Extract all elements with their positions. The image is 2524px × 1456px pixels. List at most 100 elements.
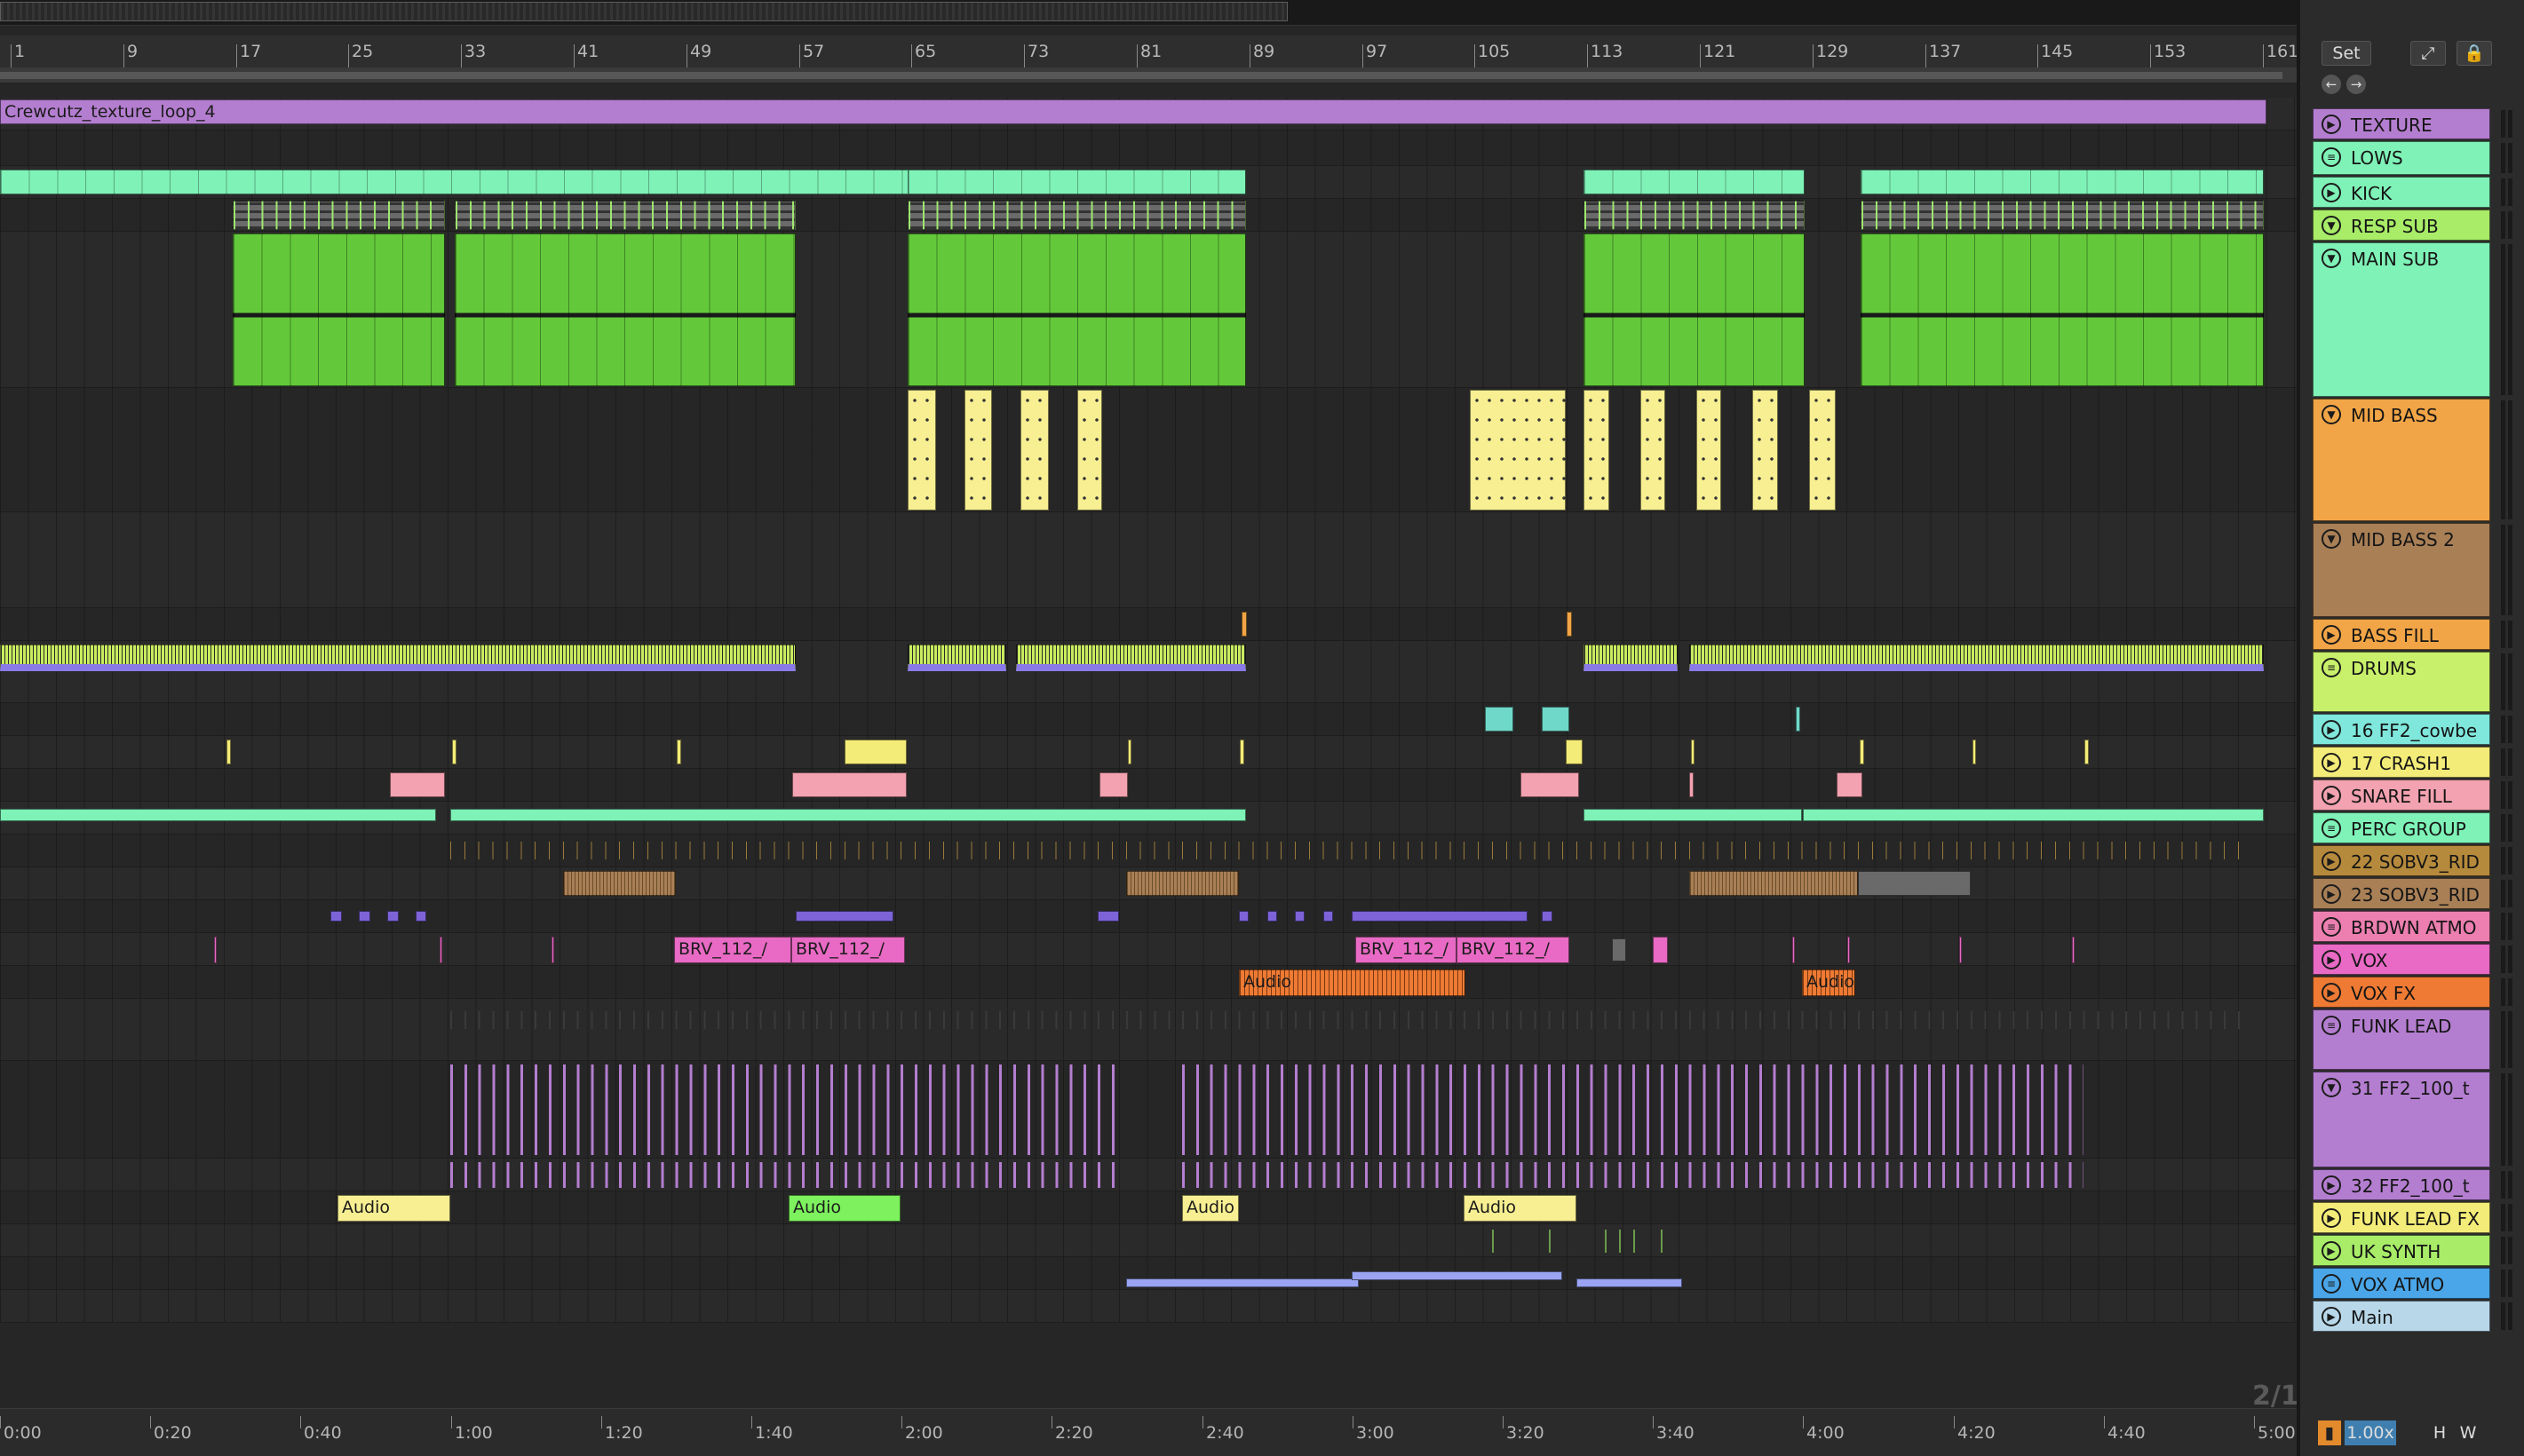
track-header[interactable]: ▶ UK SYNTH — [2313, 1235, 2490, 1266]
play-icon[interactable]: ▶ — [2322, 183, 2341, 202]
clip[interactable] — [845, 740, 907, 764]
track-header[interactable]: ≡ PERC GROUP — [2313, 812, 2490, 843]
clip[interactable] — [1583, 390, 1609, 510]
zoom-value[interactable]: 1.00x — [2345, 1420, 2396, 1445]
clip[interactable] — [1240, 740, 1244, 764]
clip[interactable] — [1809, 390, 1836, 510]
play-icon[interactable]: ▶ — [2322, 1208, 2341, 1228]
clip[interactable]: Crewcutz_texture_loop_4 — [0, 99, 2266, 124]
clip[interactable]: BRV_112_/ — [1355, 937, 1456, 963]
clip[interactable] — [330, 911, 342, 922]
track-lane[interactable] — [0, 867, 2297, 900]
clip[interactable] — [1583, 170, 1805, 194]
track-header[interactable]: ▶ VOX FX — [2313, 977, 2490, 1008]
track-header[interactable]: ▶ KICK — [2313, 177, 2490, 208]
clip[interactable] — [1126, 1278, 1359, 1287]
play-icon[interactable]: ▶ — [2322, 1241, 2341, 1261]
clip[interactable]: BRV_112_/ — [791, 937, 905, 963]
clip[interactable] — [450, 1064, 1126, 1155]
track-header[interactable]: ▼ MID BASS — [2313, 399, 2490, 521]
track-lane[interactable] — [0, 999, 2297, 1061]
track-lane[interactable] — [0, 1257, 2297, 1290]
clip[interactable] — [1752, 390, 1778, 510]
clip[interactable] — [1605, 1230, 1607, 1253]
overview-viewport[interactable] — [0, 2, 1288, 21]
clip[interactable] — [455, 233, 796, 386]
clip[interactable] — [908, 645, 1006, 671]
clip[interactable] — [450, 1162, 1126, 1188]
track-header[interactable]: ≡ LOWS — [2313, 141, 2490, 175]
play-icon[interactable]: ▶ — [2322, 1307, 2341, 1326]
clip[interactable] — [2084, 740, 2089, 764]
arrow-right-icon[interactable]: → — [2346, 75, 2366, 94]
clip[interactable] — [677, 740, 681, 764]
h-button[interactable]: H — [2428, 1420, 2451, 1445]
track-lane[interactable] — [0, 802, 2297, 835]
track-lane[interactable] — [0, 1061, 2297, 1159]
fold-icon[interactable]: ▼ — [2322, 1078, 2341, 1097]
track-header[interactable]: ▼ MAIN SUB — [2313, 242, 2490, 397]
track-header[interactable]: ▶ FUNK LEAD FX — [2313, 1202, 2490, 1233]
track-header[interactable]: ▶ 16 FF2_cowbe — [2313, 714, 2490, 745]
clip[interactable] — [1126, 871, 1239, 896]
play-icon[interactable]: ▶ — [2322, 851, 2341, 871]
clip[interactable] — [455, 201, 796, 230]
group-icon[interactable]: ≡ — [2322, 147, 2341, 167]
clip[interactable] — [1972, 740, 1976, 764]
clip[interactable] — [908, 170, 1246, 194]
play-icon[interactable]: ▶ — [2322, 720, 2341, 740]
track-header[interactable]: ≡ FUNK LEAD — [2313, 1009, 2490, 1070]
track-lane[interactable] — [0, 608, 2297, 641]
track-lane[interactable] — [0, 835, 2297, 867]
track-lane[interactable] — [0, 512, 2297, 608]
track-header[interactable]: ▶ 17 CRASH1 — [2313, 747, 2490, 778]
clip[interactable] — [1295, 911, 1305, 922]
clip[interactable] — [1689, 645, 2264, 671]
clip[interactable] — [1520, 772, 1579, 797]
clip[interactable] — [1653, 937, 1668, 963]
clip[interactable] — [908, 233, 1246, 386]
track-header[interactable]: ▶ SNARE FILL — [2313, 779, 2490, 811]
clip[interactable] — [1689, 871, 1858, 896]
clip[interactable] — [1077, 390, 1102, 510]
clip[interactable] — [563, 871, 676, 896]
clip[interactable] — [450, 809, 1246, 821]
set-button[interactable]: Set — [2322, 41, 2371, 66]
w-button[interactable]: W — [2457, 1420, 2480, 1445]
lock-icon[interactable]: 🔒 — [2457, 41, 2492, 66]
track-header[interactable]: ▼ MID BASS 2 — [2313, 523, 2490, 617]
clip[interactable] — [1796, 707, 1800, 732]
clip[interactable] — [1661, 1230, 1663, 1253]
track-lane[interactable] — [0, 769, 2297, 802]
clip[interactable] — [1640, 390, 1665, 510]
play-icon[interactable]: ▶ — [2322, 786, 2341, 805]
clip[interactable] — [1619, 1230, 1622, 1253]
group-icon[interactable]: ≡ — [2322, 917, 2341, 937]
clip[interactable]: Audio — [1464, 1195, 1576, 1222]
play-icon[interactable]: ▶ — [2322, 753, 2341, 772]
clip[interactable] — [1542, 911, 1552, 922]
track-lane[interactable] — [0, 166, 2297, 199]
clip[interactable] — [1566, 740, 1583, 764]
clip[interactable] — [214, 937, 217, 963]
arrangement-overview[interactable] — [0, 0, 2297, 26]
clip[interactable] — [552, 937, 554, 963]
clip[interactable] — [908, 201, 1246, 230]
clip[interactable]: Audio — [337, 1195, 450, 1222]
clip[interactable] — [233, 233, 445, 386]
clip[interactable] — [964, 390, 992, 510]
play-icon[interactable]: ▶ — [2322, 950, 2341, 969]
arrow-left-icon[interactable]: ← — [2322, 75, 2341, 94]
track-header[interactable]: ≡ VOX ATMO — [2313, 1268, 2490, 1299]
clip[interactable] — [1583, 645, 1678, 671]
track-lane[interactable]: BRV_112_/ BRV_112_/ BRV_112_/ BRV_112_/ — [0, 933, 2297, 966]
clip[interactable] — [1861, 201, 2264, 230]
clip[interactable] — [792, 772, 907, 797]
clip[interactable]: BRV_112_/ — [1456, 937, 1569, 963]
clip[interactable] — [390, 772, 445, 797]
clip[interactable] — [416, 911, 426, 922]
clip[interactable] — [359, 911, 370, 922]
track-lane[interactable] — [0, 388, 2297, 512]
track-lane[interactable]: Audio Audio — [0, 966, 2297, 999]
clip[interactable] — [1576, 1278, 1682, 1287]
